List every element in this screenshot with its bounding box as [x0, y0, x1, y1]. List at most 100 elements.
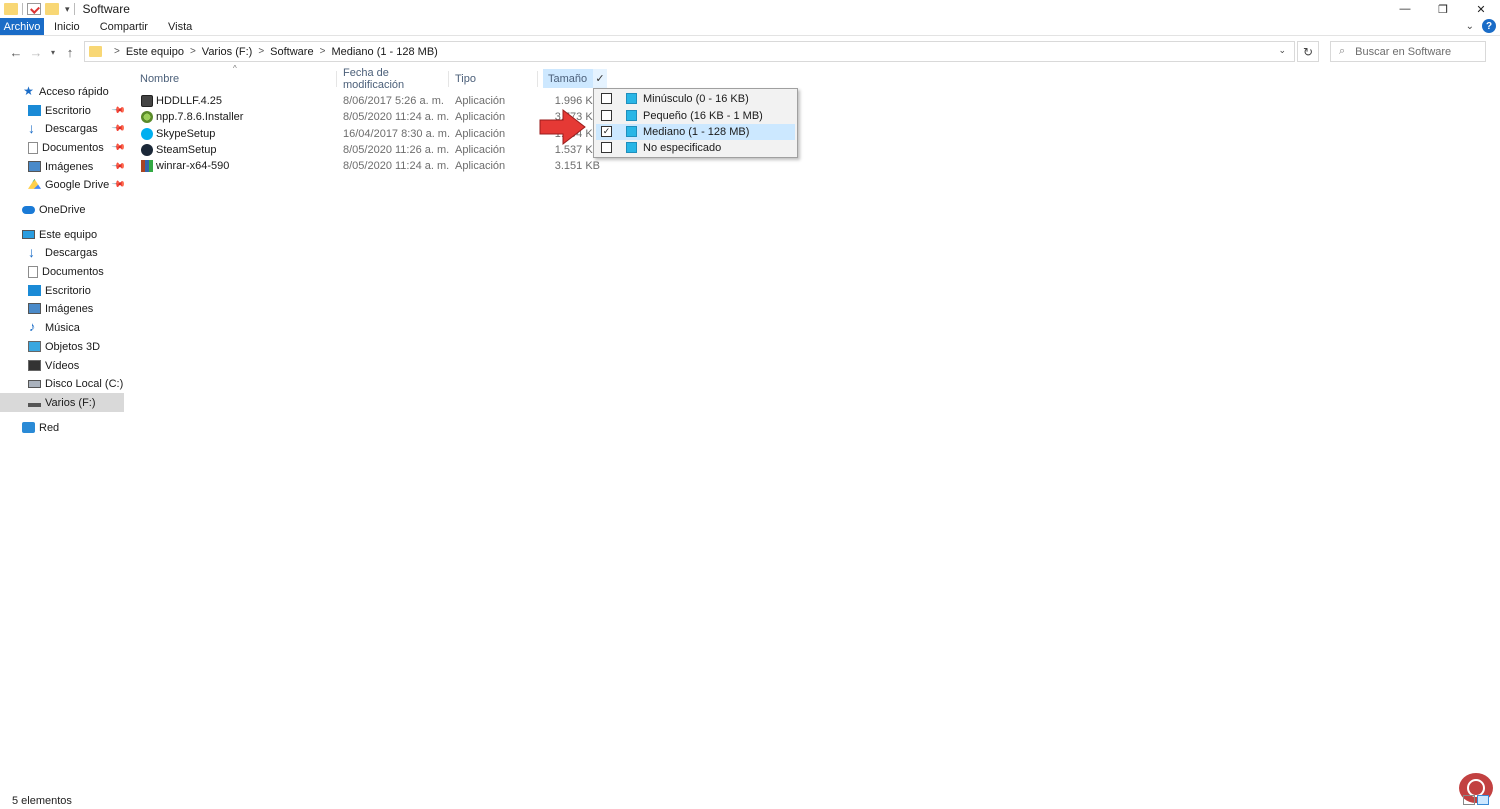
breadcrumb-software[interactable]: Software [270, 46, 313, 58]
sidebar-item-onedrive[interactable]: OneDrive [0, 200, 124, 219]
sidebar-item-descargas[interactable]: Descargas 📌 [0, 119, 126, 138]
pin-icon[interactable]: 📌 [111, 159, 126, 175]
minimize-button[interactable]: — [1386, 0, 1424, 18]
pin-icon[interactable]: 📌 [111, 103, 126, 119]
file-name: SteamSetup [156, 144, 217, 156]
sidebar-item-imagenes-pc[interactable]: Imágenes [0, 299, 124, 318]
separator [22, 3, 23, 15]
chevron-right-icon[interactable]: > [190, 46, 196, 57]
new-folder-icon[interactable] [45, 3, 59, 15]
file-size: 1.996 KB [554, 95, 600, 107]
forward-button[interactable]: → [26, 45, 46, 60]
close-button[interactable]: ✕ [1462, 0, 1500, 18]
checkbox[interactable] [601, 142, 612, 153]
address-dropdown-icon[interactable]: ⌄ [1278, 45, 1286, 56]
pin-icon[interactable]: 📌 [111, 121, 126, 137]
sidebar-item-musica[interactable]: Música [0, 318, 124, 337]
ribbon-controls: ⌄ ? [1466, 19, 1496, 33]
desktop-icon [28, 105, 41, 116]
quick-access-dropdown-icon[interactable]: ▾ [65, 4, 70, 15]
music-icon [28, 319, 41, 334]
chevron-right-icon[interactable]: > [320, 46, 326, 57]
search-icon: ⌕ [1339, 45, 1346, 57]
sidebar-item-objetos-3d[interactable]: Objetos 3D [0, 337, 124, 356]
sidebar-item-label: Imágenes [45, 160, 94, 173]
view-toggle [1463, 795, 1489, 805]
tab-inicio[interactable]: Inicio [44, 18, 90, 35]
ribbon-tabs: Archivo Inicio Compartir Vista ⌄ ? [0, 18, 1500, 36]
up-button[interactable]: ↑ [60, 45, 80, 60]
navigation-pane: ★ Acceso rápido Escritorio 📌 Descargas 📌… [0, 80, 126, 780]
help-icon[interactable]: ? [1482, 19, 1496, 33]
filter-dropdown-button[interactable]: ✓ [593, 69, 607, 88]
sidebar-item-acceso-rapido[interactable]: ★ Acceso rápido [0, 82, 124, 101]
details-view-icon[interactable] [1463, 795, 1475, 805]
large-icons-view-icon[interactable] [1477, 795, 1489, 805]
sidebar-item-disco-local[interactable]: Disco Local (C:) [0, 374, 124, 393]
file-row[interactable]: winrar-x64-590 8/05/2020 11:24 a. m. Apl… [139, 159, 609, 175]
refresh-button[interactable]: ↻ [1297, 41, 1319, 62]
pin-icon[interactable]: 📌 [111, 140, 126, 156]
sidebar-item-escritorio-pc[interactable]: Escritorio [0, 281, 124, 300]
sidebar-item-varios[interactable]: Varios (F:) [0, 393, 124, 412]
breadcrumb-varios[interactable]: Varios (F:) [202, 46, 253, 58]
breadcrumb-mediano[interactable]: Mediano (1 - 128 MB) [331, 46, 437, 58]
properties-icon[interactable] [27, 3, 41, 15]
hdd-app-icon [141, 95, 153, 107]
file-date: 8/05/2020 11:26 a. m. [343, 144, 450, 156]
sidebar-item-red[interactable]: Red [0, 418, 124, 437]
sidebar-item-label: Imágenes [45, 302, 94, 315]
tab-archivo[interactable]: Archivo [0, 18, 44, 35]
size-category-icon [626, 93, 637, 104]
recent-locations-button[interactable]: ▾ [46, 48, 60, 57]
sidebar-item-videos[interactable]: Vídeos [0, 356, 124, 375]
back-button[interactable]: ← [6, 45, 26, 60]
pin-icon[interactable]: 📌 [111, 177, 126, 193]
filter-option-minusculo[interactable]: Minúsculo (0 - 16 KB) [596, 91, 795, 107]
breadcrumb-este-equipo[interactable]: Este equipo [126, 46, 184, 58]
sidebar-item-label: Documentos [42, 141, 104, 154]
sidebar-item-imagenes[interactable]: Imágenes 📌 [0, 157, 126, 176]
separator [73, 3, 75, 15]
disk-icon [28, 379, 41, 388]
column-divider[interactable] [336, 71, 337, 87]
sidebar-item-descargas-pc[interactable]: Descargas [0, 243, 124, 262]
column-divider[interactable] [537, 71, 538, 87]
checkbox[interactable] [601, 110, 612, 121]
search-input[interactable]: ⌕ Buscar en Software [1330, 41, 1486, 62]
tab-compartir[interactable]: Compartir [90, 18, 158, 35]
sidebar-item-label: Red [39, 421, 60, 434]
skype-icon [141, 128, 153, 140]
file-type: Aplicación [455, 95, 506, 107]
sidebar-item-label: Objetos 3D [45, 340, 101, 353]
file-type: Aplicación [455, 144, 506, 156]
filter-option-no-especificado[interactable]: No especificado [596, 140, 795, 156]
sidebar-item-documentos-pc[interactable]: Documentos [0, 262, 124, 281]
column-header-name[interactable]: Nombre [140, 69, 336, 88]
network-icon [22, 422, 35, 433]
column-header-date[interactable]: Fecha de modificación [343, 67, 447, 91]
sidebar-item-documentos[interactable]: Documentos 📌 [0, 138, 126, 157]
chevron-right-icon[interactable]: > [258, 46, 264, 57]
checkbox-checked[interactable]: ✓ [601, 126, 612, 137]
filter-option-pequeno[interactable]: Pequeño (16 KB - 1 MB) [596, 108, 795, 124]
checkbox[interactable] [601, 93, 612, 104]
filter-option-label: Pequeño (16 KB - 1 MB) [643, 110, 763, 122]
filter-option-mediano[interactable]: ✓ Mediano (1 - 128 MB) [596, 124, 795, 140]
column-header-size[interactable]: Tamaño [543, 69, 593, 88]
tab-vista[interactable]: Vista [158, 18, 202, 35]
file-type: Aplicación [455, 128, 506, 140]
drive-icon [28, 402, 41, 407]
sidebar-item-escritorio[interactable]: Escritorio 📌 [0, 101, 126, 120]
address-bar[interactable]: > Este equipo > Varios (F:) > Software >… [84, 41, 1295, 62]
sidebar-item-este-equipo[interactable]: Este equipo [0, 225, 124, 244]
column-divider[interactable] [448, 71, 449, 87]
chevron-right-icon[interactable]: > [114, 46, 120, 57]
download-icon [28, 120, 41, 136]
expand-ribbon-icon[interactable]: ⌄ [1466, 21, 1474, 32]
maximize-button[interactable]: ❐ [1424, 0, 1462, 18]
search-placeholder: Buscar en Software [1355, 45, 1452, 58]
column-header-type[interactable]: Tipo [455, 69, 535, 88]
file-date: 16/04/2017 8:30 a. m. [343, 128, 451, 140]
sidebar-item-google-drive[interactable]: Google Drive 📌 [0, 175, 126, 194]
